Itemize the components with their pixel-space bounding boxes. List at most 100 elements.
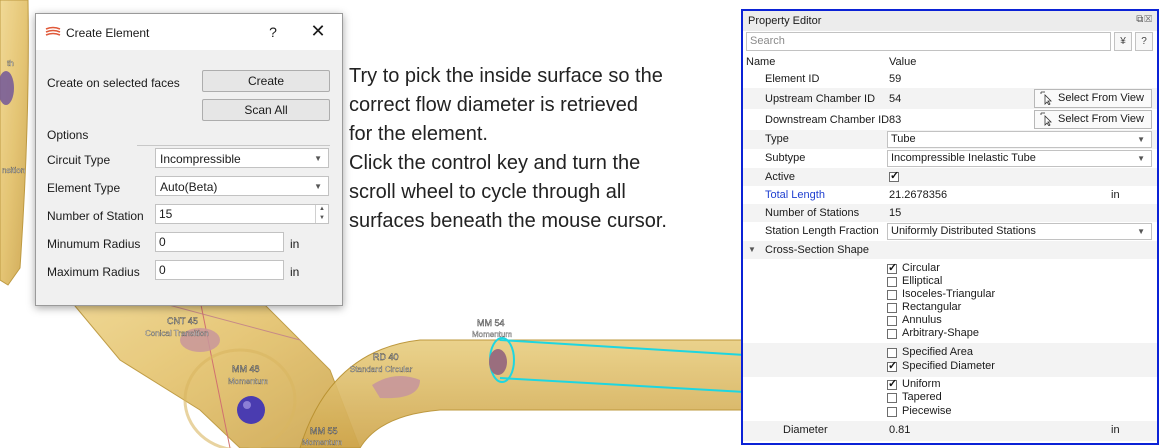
profile-checkbox[interactable] bbox=[887, 393, 897, 403]
shape-label: Arbitrary-Shape bbox=[902, 327, 980, 339]
select-from-view-label: Select From View bbox=[1058, 113, 1144, 125]
table-row[interactable]: Upstream Chamber ID 54 Select From View bbox=[743, 88, 1157, 109]
table-row[interactable]: Element ID 59 bbox=[743, 70, 1157, 88]
diameter-label: Diameter bbox=[783, 424, 828, 436]
type-label: Type bbox=[765, 133, 789, 145]
table-row[interactable]: ▼ Cross-Section Shape bbox=[743, 241, 1157, 259]
table-row[interactable]: Subtype Incompressible Inelastic Tube ▼ bbox=[743, 149, 1157, 168]
station-fraction-label: Station Length Fraction bbox=[765, 225, 879, 237]
viewport-label: Momentum bbox=[472, 330, 512, 339]
min-radius-input[interactable]: 0 bbox=[155, 232, 284, 252]
profile-options: Uniform Tapered Piecewise bbox=[743, 377, 1157, 421]
shape-label: Annulus bbox=[902, 314, 942, 326]
diameter-value: 0.81 bbox=[889, 424, 911, 436]
chevron-down-icon: ▼ bbox=[314, 154, 322, 163]
profile-checkbox[interactable] bbox=[887, 407, 897, 417]
max-radius-input[interactable]: 0 bbox=[155, 260, 284, 280]
viewport-label: MM 54 bbox=[477, 318, 505, 328]
max-radius-unit: in bbox=[290, 265, 300, 279]
viewport-label: MM 55 bbox=[310, 426, 338, 436]
instruction-line: scroll wheel to cycle through all bbox=[349, 181, 626, 203]
select-from-view-label: Select From View bbox=[1058, 92, 1144, 104]
min-radius-unit: in bbox=[290, 237, 300, 251]
total-length-label: Total Length bbox=[765, 189, 825, 201]
viewport-label: nsition bbox=[2, 166, 25, 175]
element-type-select[interactable]: Auto(Beta) ▼ bbox=[155, 176, 329, 196]
create-button[interactable]: Create bbox=[202, 70, 330, 92]
profile-label: Uniform bbox=[902, 378, 941, 390]
create-on-faces-label: Create on selected faces bbox=[47, 76, 180, 90]
station-fraction-value: Uniformly Distributed Stations bbox=[891, 225, 1036, 237]
select-from-view-button[interactable]: Select From View bbox=[1034, 110, 1152, 129]
close-button[interactable]: ✕ bbox=[310, 21, 326, 42]
options-divider bbox=[137, 145, 330, 146]
type-select[interactable]: Tube ▼ bbox=[887, 131, 1152, 148]
pipe-segment-bend bbox=[299, 339, 745, 448]
instruction-line: for the element. bbox=[349, 123, 488, 145]
viewport-label: Momentum bbox=[228, 377, 268, 386]
table-row[interactable]: Diameter 0.81 in bbox=[743, 421, 1157, 441]
dialog-titlebar[interactable]: Create Element ? ✕ bbox=[36, 14, 342, 50]
float-close-icons[interactable]: ⧉☒ bbox=[1136, 14, 1153, 25]
shape-checkbox[interactable] bbox=[887, 261, 897, 274]
table-row[interactable]: Number of Stations 15 bbox=[743, 204, 1157, 222]
size-checkbox[interactable] bbox=[887, 348, 897, 358]
shape-checkbox[interactable] bbox=[887, 329, 897, 339]
shape-checkbox[interactable] bbox=[887, 303, 897, 313]
num-stations-value: 15 bbox=[889, 207, 902, 219]
shape-label: Rectangular bbox=[902, 301, 962, 313]
num-station-stepper[interactable]: 15 ▲ ▼ bbox=[155, 204, 329, 224]
shape-label: Circular bbox=[902, 262, 940, 274]
active-checkbox[interactable] bbox=[889, 169, 899, 182]
table-row[interactable]: Type Tube ▼ bbox=[743, 130, 1157, 149]
help-button[interactable]: ? bbox=[266, 24, 280, 40]
subtype-select[interactable]: Incompressible Inelastic Tube ▼ bbox=[887, 150, 1152, 167]
profile-label: Piecewise bbox=[902, 405, 952, 417]
property-editor-titlebar[interactable]: Property Editor ⧉☒ bbox=[743, 11, 1157, 31]
viewport-label: th bbox=[7, 59, 14, 68]
shape-checkbox[interactable] bbox=[887, 290, 897, 300]
stepper-arrows-icon[interactable]: ▲ ▼ bbox=[315, 205, 328, 223]
chevron-down-icon: ▼ bbox=[1137, 154, 1145, 163]
size-spec-options: Specified Area Specified Diameter bbox=[743, 343, 1157, 377]
instruction-line: surfaces beneath the mouse cursor. bbox=[349, 210, 667, 232]
num-station-value: 15 bbox=[159, 207, 173, 221]
select-cursor-icon bbox=[1040, 112, 1052, 126]
property-help-button[interactable]: ? bbox=[1135, 32, 1153, 51]
element-type-label: Element Type bbox=[47, 181, 121, 195]
property-search-input[interactable]: Search bbox=[746, 32, 1111, 51]
cross-section-label: Cross-Section Shape bbox=[765, 244, 869, 256]
min-radius-value: 0 bbox=[159, 235, 166, 249]
table-row[interactable]: Total Length 21.2678356 in bbox=[743, 186, 1157, 204]
upstream-chamber-label: Upstream Chamber ID bbox=[765, 93, 876, 105]
table-row[interactable]: Active bbox=[743, 168, 1157, 186]
circuit-type-label: Circuit Type bbox=[47, 153, 111, 167]
size-checkbox[interactable] bbox=[887, 359, 897, 372]
column-value-header: Value bbox=[889, 56, 917, 68]
table-row[interactable]: Station Length Fraction Uniformly Distri… bbox=[743, 222, 1157, 241]
instructions-text: Try to pick the inside surface so the co… bbox=[349, 62, 734, 236]
collapse-arrow-icon[interactable]: ▼ bbox=[748, 245, 756, 254]
instruction-line: correct flow diameter is retrieved bbox=[349, 94, 638, 116]
min-radius-label: Minumum Radius bbox=[47, 237, 141, 251]
viewport-label: RD 40 bbox=[373, 352, 399, 362]
shape-checkbox[interactable] bbox=[887, 277, 897, 287]
circuit-type-select[interactable]: Incompressible ▼ bbox=[155, 148, 329, 168]
subtype-value: Incompressible Inelastic Tube bbox=[891, 152, 1036, 164]
size-label: Specified Diameter bbox=[902, 360, 995, 372]
select-from-view-button[interactable]: Select From View bbox=[1034, 89, 1152, 108]
viewport-label: Standard Circular bbox=[350, 365, 413, 374]
chevron-down-icon: ▼ bbox=[314, 182, 322, 191]
station-fraction-select[interactable]: Uniformly Distributed Stations ▼ bbox=[887, 223, 1152, 240]
type-value: Tube bbox=[891, 133, 916, 145]
shape-checkbox[interactable] bbox=[887, 316, 897, 326]
profile-checkbox[interactable] bbox=[887, 377, 897, 390]
options-label: Options bbox=[47, 128, 89, 142]
shape-options: Circular Elliptical Isoceles-Triangular … bbox=[743, 259, 1157, 341]
table-row[interactable]: Downstream Chamber ID 83 Select From Vie… bbox=[743, 109, 1157, 130]
filter-button[interactable]: ¥ bbox=[1114, 32, 1132, 51]
num-stations-label: Number of Stations bbox=[765, 207, 860, 219]
downstream-chamber-label: Downstream Chamber ID bbox=[765, 114, 890, 126]
dialog-title: Create Element bbox=[66, 26, 150, 40]
scan-all-button[interactable]: Scan All bbox=[202, 99, 330, 121]
